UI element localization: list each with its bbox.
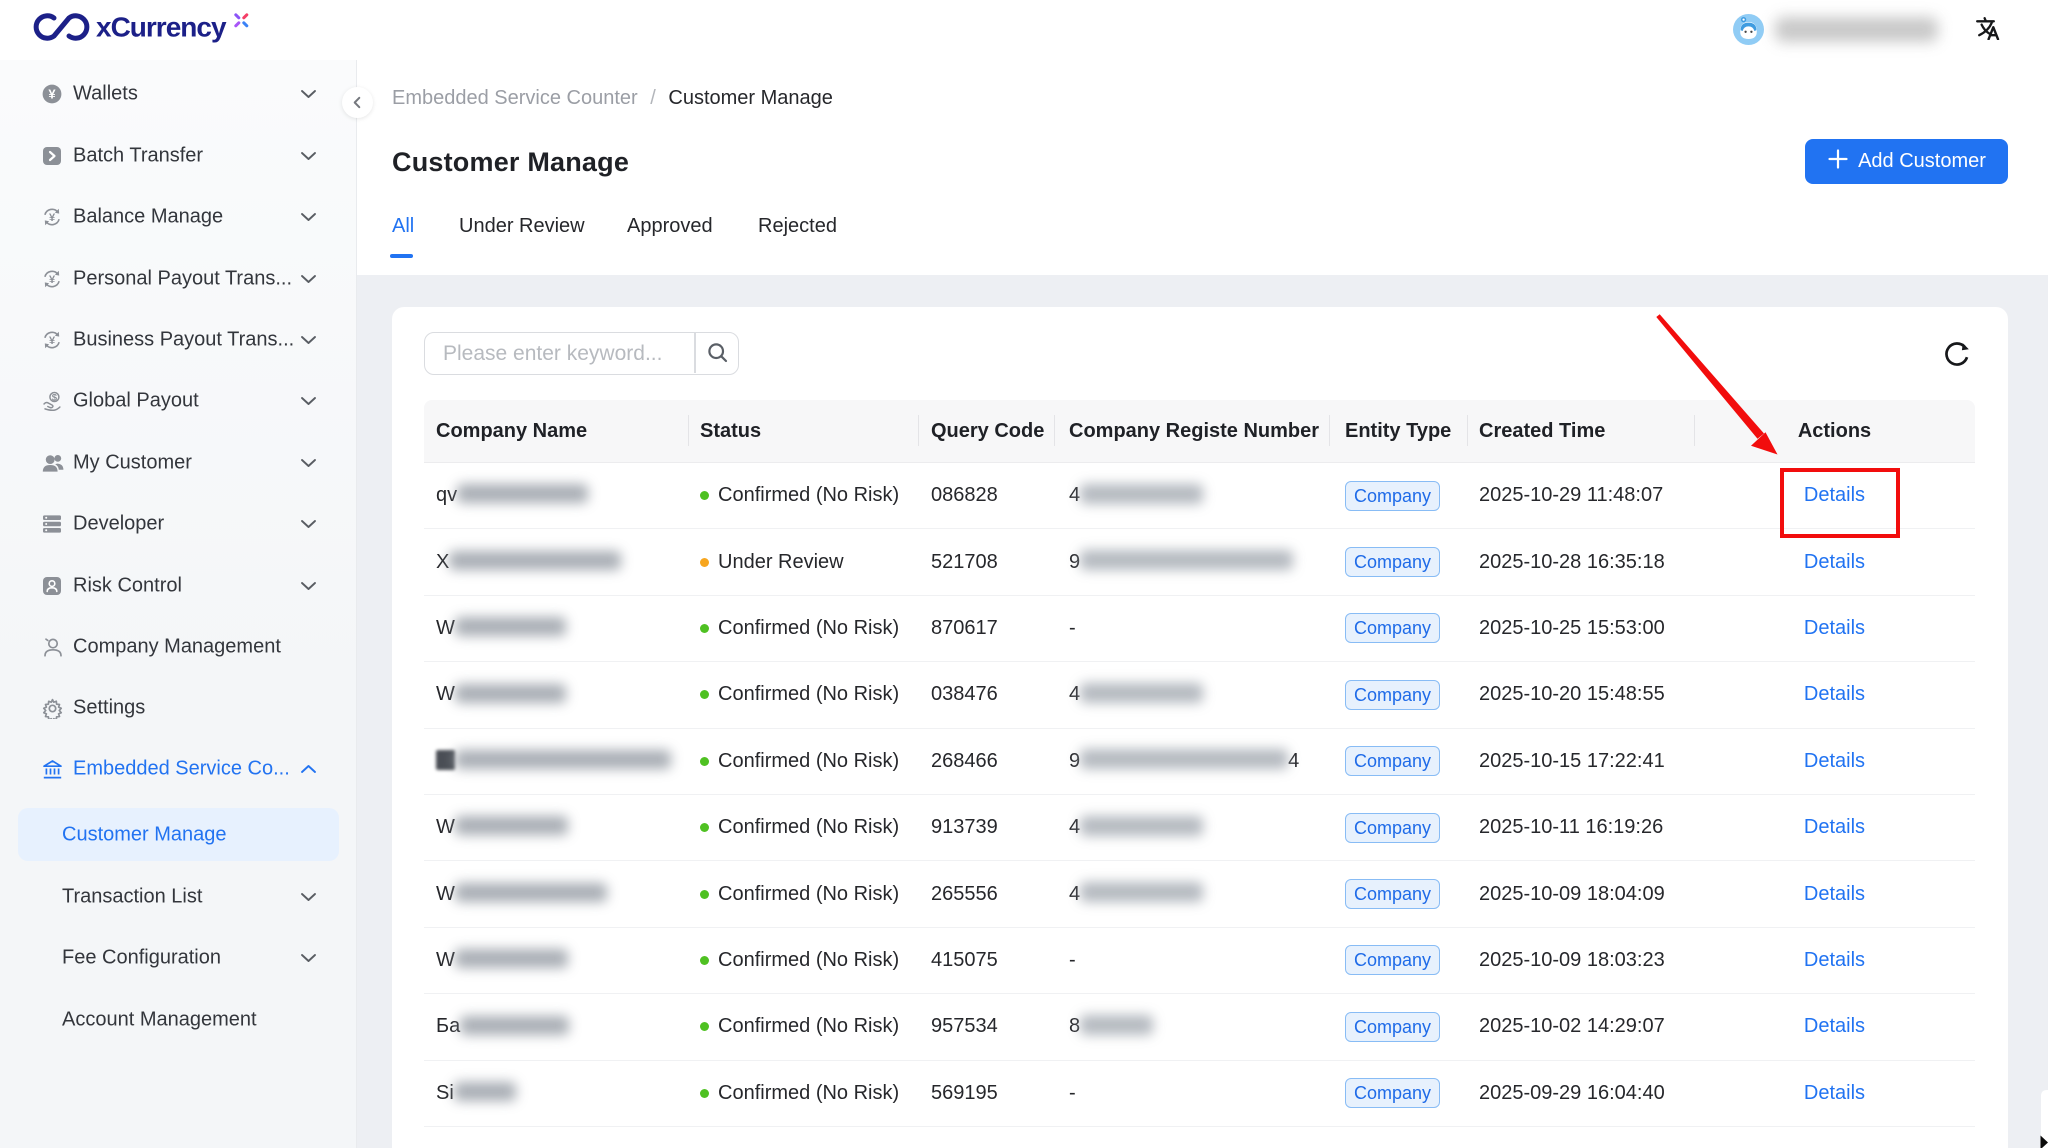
svg-text:$: $ <box>52 393 58 404</box>
svg-text:¥: ¥ <box>48 87 56 102</box>
svg-text:¥: ¥ <box>49 212 56 224</box>
svg-text:¥: ¥ <box>49 274 56 286</box>
svg-text:¥: ¥ <box>49 335 56 347</box>
svg-text:xCurrency: xCurrency <box>96 12 227 43</box>
